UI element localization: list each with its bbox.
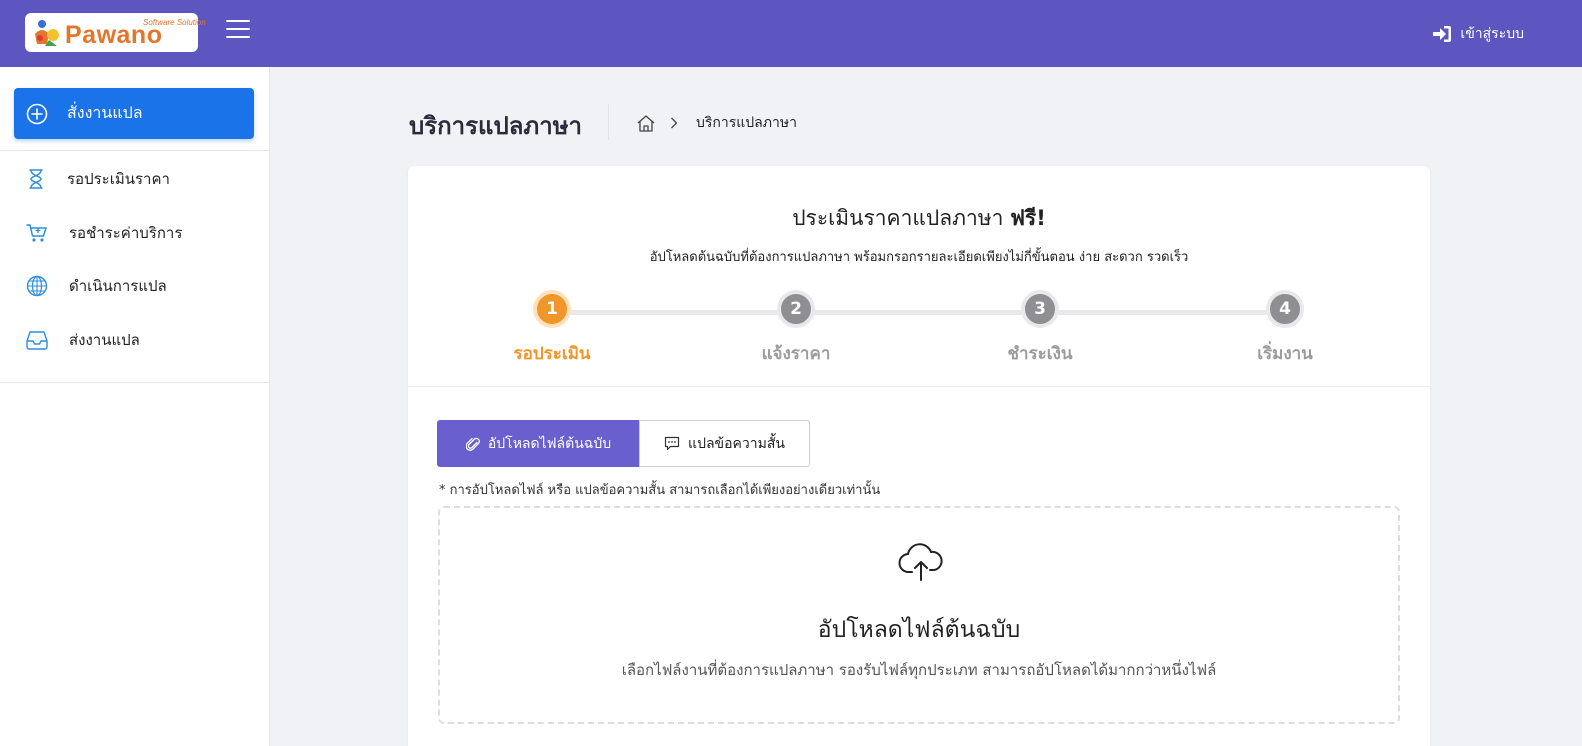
tab-upload-label: อัปโหลดไฟล์ต้นฉบับ xyxy=(487,435,612,452)
step-label: รอประเมิน xyxy=(513,344,591,364)
stepper-track xyxy=(552,310,1285,315)
step-3: 3 ชำระเงิน xyxy=(960,290,1120,367)
step-number: 3 xyxy=(1021,290,1059,328)
sidebar-divider xyxy=(0,150,270,151)
page-title: บริการแปลภาษา xyxy=(409,112,583,140)
step-1: 1 รอประเมิน xyxy=(472,290,632,367)
logo-tagline: Software Solution xyxy=(143,18,206,27)
sidebar-item-deliver[interactable]: ส่งงานแปล xyxy=(0,317,270,363)
order-translation-button[interactable]: สั่งงานแปล xyxy=(14,88,254,139)
login-button[interactable]: เข้าสู่ระบบ xyxy=(1432,23,1524,45)
login-label: เข้าสู่ระบบ xyxy=(1460,26,1524,42)
message-icon xyxy=(664,436,680,451)
cart-icon xyxy=(26,224,47,242)
step-number: 2 xyxy=(777,290,815,328)
breadcrumb-current: บริการแปลภาษา xyxy=(696,115,797,131)
card-subtitle: อัปโหลดต้นฉบับที่ต้องการแปลภาษา พร้อมกรอ… xyxy=(649,250,1189,265)
card-divider xyxy=(408,386,1430,387)
sidebar: สั่งงานแปล รอประเมินราคา รอชำระค่าบริการ… xyxy=(0,67,270,746)
paperclip-icon xyxy=(465,437,480,451)
sidebar-item-in-progress[interactable]: ดำเนินการแปล xyxy=(0,263,270,309)
step-label: ชำระเงิน xyxy=(1007,344,1073,364)
logo-mark-icon xyxy=(31,18,61,48)
selection-note: * การอัปโหลดไฟล์ หรือ แปลข้อความสั้น สาม… xyxy=(439,483,881,498)
tab-short-text[interactable]: แปลข้อความสั้น xyxy=(639,420,810,467)
step-number: 4 xyxy=(1266,290,1304,328)
inbox-icon xyxy=(26,331,48,350)
sidebar-divider xyxy=(0,382,270,383)
sidebar-item-label: รอชำระค่าบริการ xyxy=(69,224,183,242)
file-dropzone[interactable]: อัปโหลดไฟล์ต้นฉบับ เลือกไฟล์งานที่ต้องกา… xyxy=(438,506,1400,724)
breadcrumb: บริการแปลภาษา xyxy=(636,112,797,134)
sidebar-item-label: ส่งงานแปล xyxy=(69,331,140,349)
home-icon[interactable] xyxy=(636,114,656,133)
step-2: 2 แจ้งราคา xyxy=(716,290,876,367)
menu-toggle-icon[interactable] xyxy=(226,20,250,40)
order-translation-label: สั่งงานแปล xyxy=(67,103,143,122)
free-badge-text: ฟรี! xyxy=(1010,206,1046,230)
dropzone-title: อัปโหลดไฟล์ต้นฉบับ xyxy=(817,617,1021,643)
tab-upload-file[interactable]: อัปโหลดไฟล์ต้นฉบับ xyxy=(437,420,640,467)
step-4: 4 เริ่มงาน xyxy=(1205,290,1365,367)
plus-circle-icon xyxy=(26,103,48,124)
logo[interactable]: Software Solution Pawano xyxy=(25,13,206,52)
step-label: เริ่มงาน xyxy=(1257,344,1313,364)
step-label: แจ้งราคา xyxy=(761,344,831,364)
sign-in-icon xyxy=(1433,26,1452,42)
globe-icon xyxy=(26,275,48,297)
sidebar-item-label: รอประเมินราคา xyxy=(67,170,170,188)
quote-card: ประเมินราคาแปลภาษา ฟรี! อัปโหลดต้นฉบับที… xyxy=(408,166,1430,746)
sidebar-item-awaiting-quote[interactable]: รอประเมินราคา xyxy=(0,156,270,202)
card-title: ประเมินราคาแปลภาษา ฟรี! xyxy=(792,206,1046,230)
sidebar-item-awaiting-payment[interactable]: รอชำระค่าบริการ xyxy=(0,210,270,256)
cloud-upload-icon xyxy=(898,543,943,581)
tab-text-label: แปลข้อความสั้น xyxy=(688,435,785,452)
title-divider xyxy=(608,104,609,140)
sidebar-item-label: ดำเนินการแปล xyxy=(69,277,167,295)
step-number: 1 xyxy=(533,290,571,328)
dropzone-subtitle: เลือกไฟล์งานที่ต้องการแปลภาษา รองรับไฟล์… xyxy=(621,661,1217,679)
chevron-right-icon xyxy=(671,117,678,129)
hourglass-icon xyxy=(29,169,43,189)
top-navbar: Software Solution Pawano เข้าสู่ระบบ xyxy=(0,0,1582,67)
